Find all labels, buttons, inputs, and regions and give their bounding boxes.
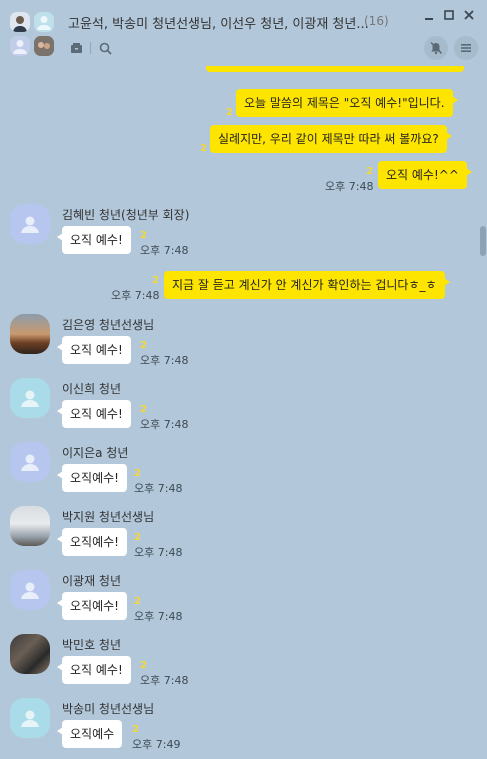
message-bubble[interactable]: 실례지만, 우리 같이 제목만 따라 써 볼까요? [210, 125, 452, 153]
default-profile-icon [21, 454, 39, 471]
member-count: (16) [364, 14, 389, 28]
unread-count: 2 [134, 596, 141, 607]
member-avatar [34, 12, 54, 32]
message-time: 오후 7:48 [140, 354, 189, 367]
unread-count: 2 [140, 230, 147, 241]
unread-count: 2 [366, 166, 373, 177]
sender-name: 김혜빈 청년(청년부 회장) [62, 208, 190, 222]
message-bubble[interactable]: 오직 예수! [57, 400, 131, 428]
avatar[interactable] [10, 314, 50, 354]
sender-name: 박민호 청년 [62, 638, 122, 652]
message-time: 오후 7:48 [140, 674, 189, 687]
default-profile-icon [21, 710, 39, 727]
unread-count: 2 [134, 468, 141, 479]
toolbar-divider [90, 42, 91, 54]
unread-count: 2 [132, 724, 139, 735]
chat-title[interactable]: 고윤석, 박송미 청년선생님, 이선우 청년, 이광재 청년... [68, 13, 368, 32]
message-bubble[interactable]: 오직 예수! [57, 336, 131, 364]
message-time: 오후 7:49 [132, 738, 181, 751]
message-time: 오후 7:48 [325, 180, 374, 193]
close-icon[interactable] [462, 9, 476, 23]
avatar[interactable] [10, 570, 50, 610]
group-avatar[interactable] [10, 12, 56, 56]
unread-count: 2 [140, 340, 147, 351]
avatar[interactable] [10, 506, 50, 546]
message-bubble[interactable]: 오늘 말씀의 제목은 "오직 예수!"입니다. [236, 89, 458, 117]
message-time: 오후 7:48 [140, 244, 189, 257]
unread-count: 2 [200, 143, 207, 154]
unread-count: 2 [226, 107, 233, 118]
default-profile-icon [21, 390, 39, 407]
message-bubble[interactable]: 오직예수 [56, 720, 123, 748]
message-time: 오후 7:48 [134, 482, 183, 495]
default-profile-icon [21, 582, 39, 599]
sender-name: 김은영 청년선생님 [62, 318, 155, 332]
archive-icon[interactable] [68, 40, 84, 56]
default-profile-icon [21, 216, 39, 233]
message-bubble[interactable]: 오직예수! [57, 528, 127, 556]
message-bubble[interactable]: 오직 예수! [57, 656, 131, 684]
unread-count: 2 [140, 404, 147, 415]
unread-count: 2 [152, 275, 159, 286]
message-bubble[interactable]: 오직 예수!^^ [378, 161, 472, 189]
message-time: 오후 7:48 [111, 289, 160, 302]
sender-name: 이광재 청년 [62, 574, 122, 588]
message-time: 오후 7:48 [140, 418, 189, 431]
unread-count: 2 [140, 660, 147, 671]
chat-area: 2 오늘 말씀의 제목은 "오직 예수!"입니다. 2 실례지만, 우리 같이 … [0, 0, 487, 759]
member-avatar [10, 12, 30, 32]
avatar[interactable] [10, 698, 50, 738]
menu-icon [461, 44, 471, 52]
chat-header: 고윤석, 박송미 청년선생님, 이선우 청년, 이광재 청년... (16) [0, 0, 487, 66]
notification-off-icon [430, 41, 443, 55]
minimize-icon[interactable] [422, 9, 436, 23]
message-bubble[interactable]: 지금 잘 듣고 계신가 안 계신가 확인하는 겁니다ㅎ_ㅎ [164, 271, 450, 299]
avatar[interactable] [10, 442, 50, 482]
notification-off-button[interactable] [424, 36, 448, 60]
avatar[interactable] [10, 204, 50, 244]
avatar[interactable] [10, 378, 50, 418]
avatar[interactable] [10, 634, 50, 674]
unread-count: 2 [134, 532, 141, 543]
message-bubble[interactable]: 오직예수! [57, 464, 127, 492]
member-avatar [10, 36, 30, 56]
sender-name: 이지은a 청년 [62, 446, 129, 460]
search-icon[interactable] [97, 40, 113, 56]
menu-button[interactable] [454, 36, 478, 60]
scrollbar-thumb[interactable] [480, 226, 486, 256]
member-avatar [34, 36, 54, 56]
message-bubble[interactable]: 오직 예수! [57, 226, 131, 254]
message-time: 오후 7:48 [134, 546, 183, 559]
header-toolbar [68, 40, 113, 56]
sender-name: 박지원 청년선생님 [62, 510, 155, 524]
message-time: 오후 7:48 [134, 610, 183, 623]
message-bubble[interactable]: 오직예수! [57, 592, 127, 620]
sender-name: 박송미 청년선생님 [62, 702, 155, 716]
maximize-icon[interactable] [442, 9, 456, 23]
sender-name: 이신희 청년 [62, 382, 122, 396]
